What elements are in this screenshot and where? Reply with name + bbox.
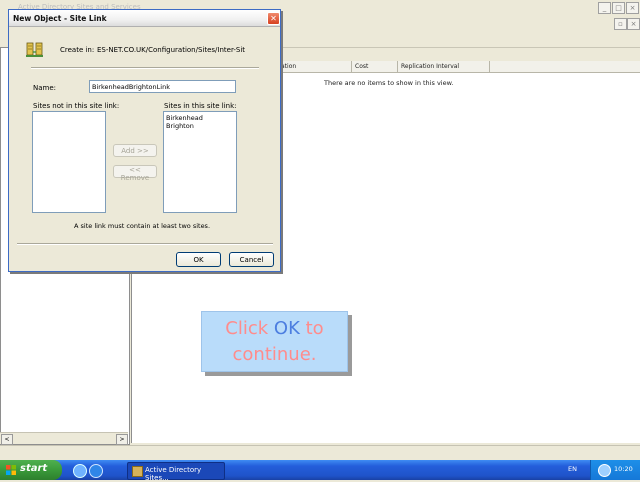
empty-list-message: There are no items to show in this view. (324, 79, 454, 87)
name-label: Name: (33, 84, 57, 92)
remove-button[interactable]: << Remove (113, 165, 157, 182)
windows-flag-icon (6, 465, 16, 475)
window-close-button[interactable]: × (626, 2, 639, 14)
cancel-button[interactable]: Cancel (229, 252, 274, 267)
network-icon[interactable] (598, 464, 611, 477)
ok-button[interactable]: OK (176, 252, 221, 267)
ad-sites-icon (132, 466, 143, 477)
close-icon[interactable]: ✕ (267, 12, 280, 25)
taskbar-item-ad-sites[interactable]: Active Directory Sites... (127, 462, 225, 482)
child-restore-button[interactable]: ▫ (614, 18, 627, 30)
language-indicator[interactable]: EN (568, 465, 577, 473)
name-input[interactable] (89, 80, 236, 93)
sites-in-link-list[interactable]: Birkenhead Brighton (163, 111, 237, 213)
quick-launch-ie-icon[interactable] (89, 464, 103, 478)
create-in-path: ES-NET.CO.UK/Configuration/Sites/Inter-S… (97, 46, 246, 54)
sites-not-in-link-list[interactable] (32, 111, 106, 213)
sites-in-link-label: Sites in this site link: (164, 102, 237, 110)
quick-launch-desktop-icon[interactable] (73, 464, 87, 478)
create-in-label: Create in: (60, 46, 95, 54)
start-label: start (20, 463, 48, 474)
site-link-icon (26, 42, 43, 57)
scroll-right-button[interactable]: > (116, 434, 128, 445)
divider (31, 67, 259, 69)
maximize-button[interactable]: □ (612, 2, 625, 14)
dialog-title: New Object - Site Link (13, 14, 107, 23)
new-site-link-dialog: New Object - Site Link ✕ Create in: ES-N… (8, 9, 281, 272)
column-header-location[interactable]: ation (278, 61, 352, 72)
dialog-title-bar: New Object - Site Link ✕ (9, 10, 280, 27)
start-button[interactable]: start (0, 460, 62, 480)
child-close-button[interactable]: × (627, 18, 640, 30)
scroll-left-button[interactable]: < (1, 434, 13, 445)
column-header-cost[interactable]: Cost (352, 61, 398, 72)
list-item[interactable]: Birkenhead (166, 114, 234, 122)
column-header-replication-interval[interactable]: Replication Interval (398, 61, 490, 72)
status-bar (0, 445, 640, 460)
clock[interactable]: 10:20 (614, 465, 633, 473)
add-button[interactable]: Add >> (113, 144, 157, 157)
instruction-callout: Click OK to continue. (201, 311, 348, 372)
horizontal-scrollbar[interactable]: < > (0, 432, 128, 445)
sites-not-in-link-label: Sites not in this site link: (33, 102, 120, 110)
divider (17, 243, 273, 245)
list-item[interactable]: Brighton (166, 122, 234, 130)
callout-ok-highlight: OK (273, 318, 300, 339)
minimize-button[interactable]: _ (598, 2, 611, 14)
site-link-hint: A site link must contain at least two si… (74, 222, 211, 230)
callout-text-before: Click (225, 318, 269, 339)
